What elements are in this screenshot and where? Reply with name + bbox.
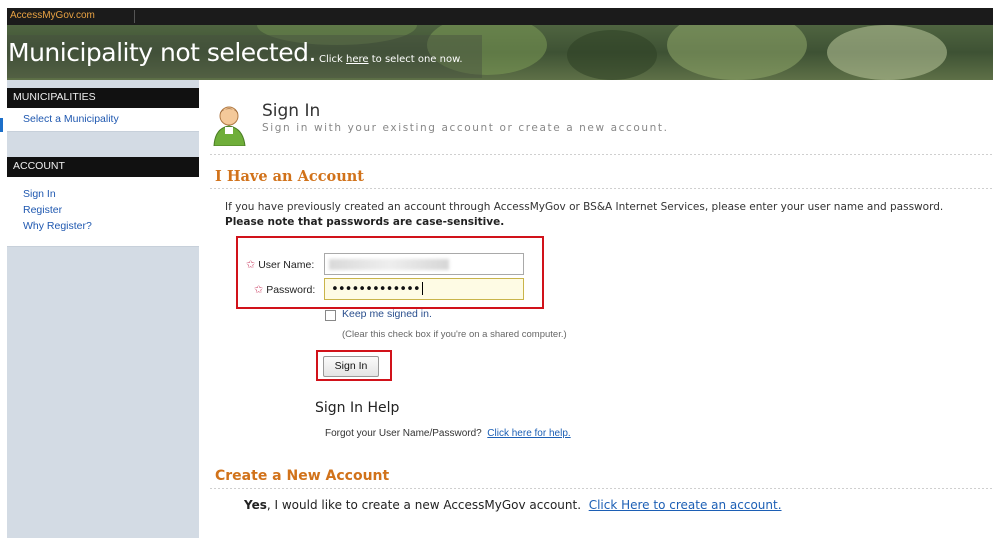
account-panel: ACCOUNT Sign In Register Why Register? bbox=[7, 157, 199, 247]
have-account-heading: I Have an Account bbox=[215, 168, 364, 185]
scroll-indicator bbox=[0, 118, 3, 132]
hint-suffix: to select one now. bbox=[368, 54, 463, 65]
topbar-divider bbox=[134, 10, 135, 23]
redacted-username bbox=[329, 259, 449, 270]
site-brand-link[interactable]: AccessMyGov.com bbox=[10, 10, 95, 21]
username-input[interactable] bbox=[324, 253, 524, 275]
banner-foliage bbox=[667, 25, 807, 80]
sidebar-item-sign-in[interactable]: Sign In bbox=[7, 186, 199, 202]
top-bar: AccessMyGov.com bbox=[7, 8, 993, 25]
sidebar-item-select-municipality[interactable]: Select a Municipality bbox=[7, 111, 199, 127]
account-links: Sign In Register Why Register? bbox=[7, 177, 199, 234]
required-star-icon: ✩ bbox=[254, 284, 264, 296]
sidebar-item-register[interactable]: Register bbox=[7, 202, 199, 218]
section-divider bbox=[210, 488, 993, 489]
municipalities-panel: MUNICIPALITIES Select a Municipality bbox=[7, 88, 199, 132]
hint-prefix: Click bbox=[319, 54, 347, 65]
create-account-link[interactable]: Click Here to create an account. bbox=[589, 498, 782, 512]
password-value: ••••••••••••• bbox=[331, 282, 423, 297]
section-divider bbox=[210, 188, 993, 189]
password-label: ✩ Password: bbox=[254, 283, 315, 296]
main-content: Sign In Sign in with your existing accou… bbox=[200, 88, 993, 538]
text-caret bbox=[421, 282, 423, 295]
banner: Municipality not selected. Click here to… bbox=[7, 25, 993, 80]
banner-foliage bbox=[827, 25, 947, 80]
page-subtitle: Sign in with your existing account or cr… bbox=[262, 122, 669, 134]
user-avatar-icon bbox=[213, 106, 246, 146]
keep-signed-in-label[interactable]: Keep me signed in. bbox=[342, 308, 432, 320]
username-label: ✩ User Name: bbox=[246, 258, 314, 271]
create-account-text: , I would like to create a new AccessMyG… bbox=[266, 498, 582, 512]
account-heading: ACCOUNT bbox=[7, 157, 199, 177]
description-text: If you have previously created an accoun… bbox=[225, 201, 944, 213]
header-divider bbox=[210, 154, 993, 155]
have-account-description: If you have previously created an accoun… bbox=[225, 200, 943, 230]
forgot-credentials-text: Forgot your User Name/Password? bbox=[325, 428, 482, 439]
case-sensitive-note: Please note that passwords are case-sens… bbox=[225, 216, 505, 228]
password-label-text: Password: bbox=[266, 284, 316, 296]
create-account-line: Yes, I would like to create a new Access… bbox=[244, 498, 782, 512]
select-municipality-link[interactable]: here bbox=[346, 54, 369, 65]
yes-emphasis: Yes bbox=[244, 498, 267, 512]
banner-foliage bbox=[567, 30, 657, 80]
password-mask: ••••••••••••• bbox=[331, 282, 421, 297]
sign-in-button[interactable]: Sign In bbox=[323, 356, 379, 377]
page-title: Sign In bbox=[262, 101, 321, 121]
select-municipality-hint: Click here to select one now. bbox=[319, 54, 463, 65]
username-label-text: User Name: bbox=[258, 259, 315, 271]
sign-in-help-heading: Sign In Help bbox=[315, 400, 400, 416]
password-input[interactable]: ••••••••••••• bbox=[324, 278, 524, 300]
keep-signed-in-checkbox[interactable] bbox=[325, 310, 336, 321]
sidebar: MUNICIPALITIES Select a Municipality ACC… bbox=[7, 80, 199, 538]
municipality-title: Municipality not selected. bbox=[8, 38, 316, 67]
create-account-heading: Create a New Account bbox=[215, 468, 390, 484]
shared-computer-note: (Clear this check box if you're on a sha… bbox=[342, 329, 567, 340]
sign-in-help-text: Forgot your User Name/Password? Click he… bbox=[325, 428, 571, 439]
help-link[interactable]: Click here for help. bbox=[487, 428, 570, 439]
sidebar-item-why-register[interactable]: Why Register? bbox=[7, 218, 199, 234]
required-star-icon: ✩ bbox=[246, 259, 256, 271]
municipalities-heading: MUNICIPALITIES bbox=[7, 88, 199, 108]
